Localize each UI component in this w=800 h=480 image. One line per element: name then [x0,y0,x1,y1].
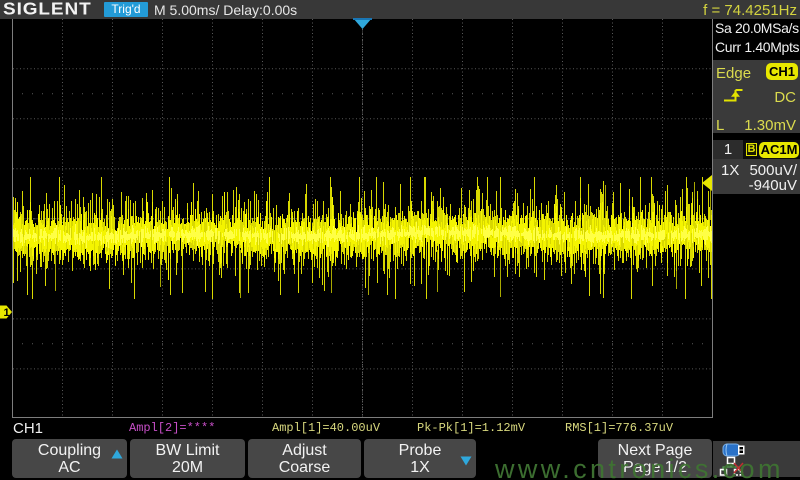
svg-text:1: 1 [4,307,10,319]
